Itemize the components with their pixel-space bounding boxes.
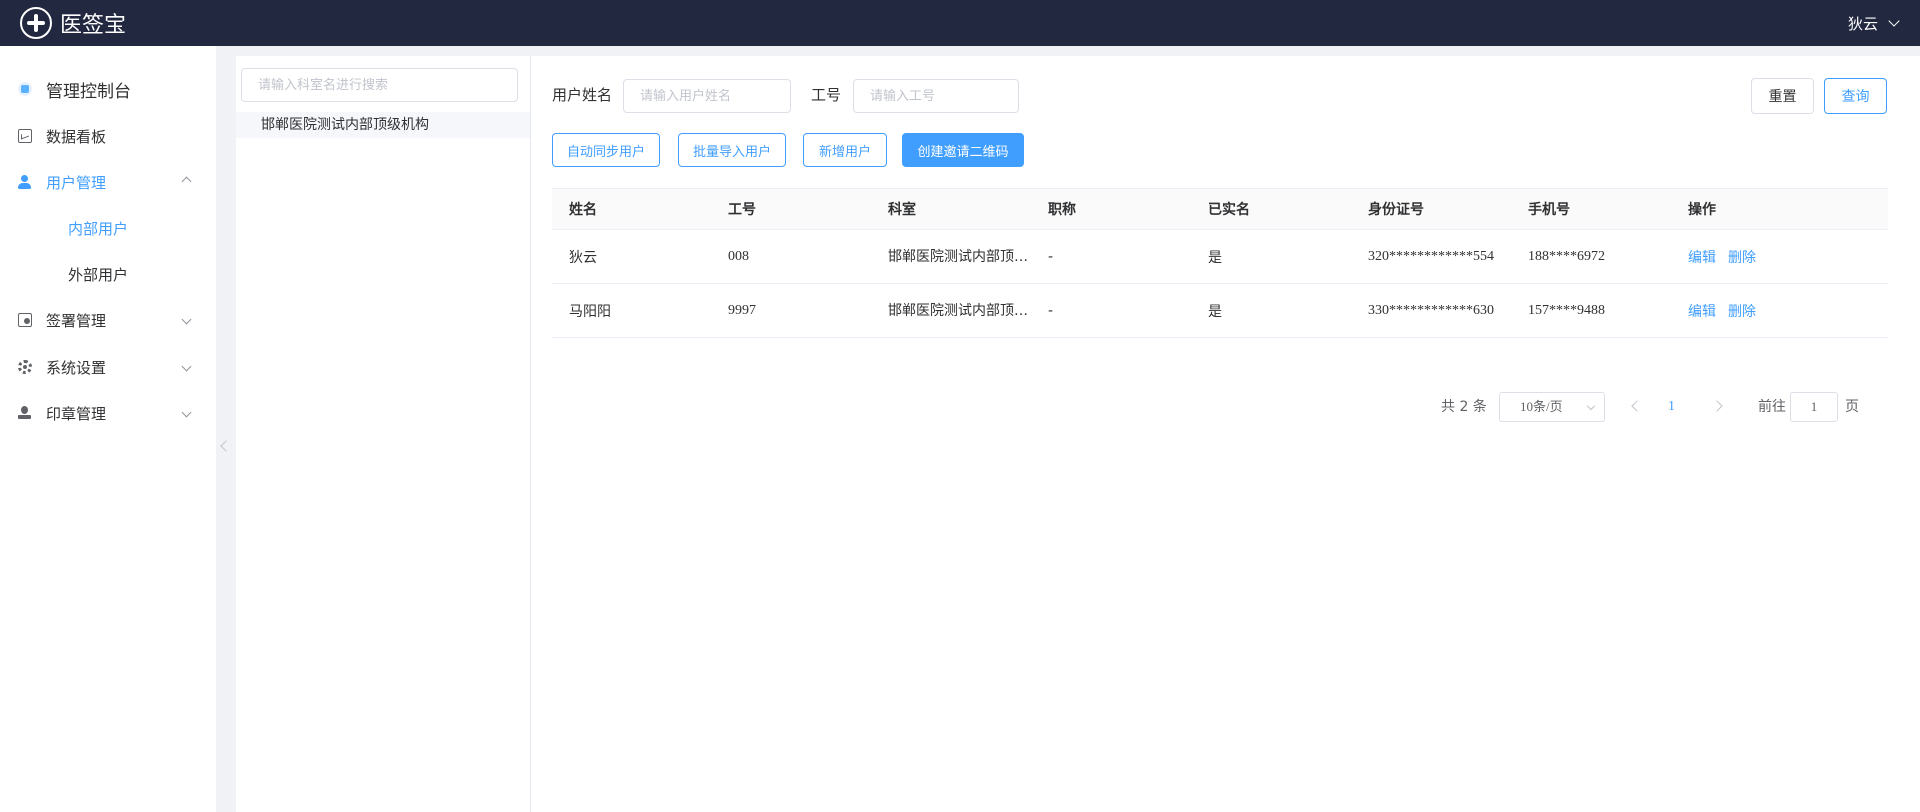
table-row: 马阳阳 9997 邯郸医院测试内部顶级机构 - 是 330***********… — [552, 284, 1888, 338]
cell-employee-id: 9997 — [728, 302, 756, 318]
cell-employee-id: 008 — [728, 248, 749, 264]
stamp-icon — [18, 406, 32, 420]
cell-name: 马阳阳 — [569, 303, 611, 320]
app-logo[interactable]: 医签宝 — [20, 5, 126, 41]
sidebar-item-console[interactable]: 管理控制台 — [0, 68, 216, 110]
delete-link[interactable]: 删除 — [1728, 301, 1756, 321]
column-header-name: 姓名 — [569, 202, 597, 218]
cell-department: 邯郸医院测试内部顶级机构 — [888, 249, 1028, 265]
tree-node-root[interactable]: 邯郸医院测试内部顶级机构 — [236, 112, 530, 138]
chevron-down-icon — [1586, 401, 1596, 411]
sidebar-item-label: 系统设置 — [46, 358, 107, 377]
page-size-value: 10条/页 — [1520, 399, 1563, 414]
sidebar-item-label: 数据看板 — [46, 127, 107, 146]
sidebar-item-label: 用户管理 — [46, 173, 107, 192]
cell-verified: 是 — [1208, 249, 1222, 266]
column-header-employee-id: 工号 — [728, 202, 756, 218]
cell-verified: 是 — [1208, 303, 1222, 320]
chevron-up-icon — [181, 176, 192, 187]
chevron-down-icon — [181, 314, 192, 325]
sidebar-collapse-handle[interactable] — [216, 46, 236, 812]
sign-icon — [18, 313, 32, 327]
goto-page-input[interactable] — [1790, 392, 1838, 422]
table-header-row: 姓名 工号 科室 职称 已实名 身份证号 手机号 操作 — [552, 188, 1888, 230]
user-name-label: 用户姓名 — [552, 86, 613, 104]
chart-icon — [18, 129, 32, 143]
cell-title: - — [1048, 302, 1054, 319]
goto-label: 前往 — [1758, 399, 1786, 415]
department-tree-panel: 邯郸医院测试内部顶级机构 — [236, 56, 531, 812]
edit-link[interactable]: 编辑 — [1688, 247, 1716, 267]
sidebar-item-label: 外部用户 — [68, 265, 129, 284]
cell-department: 邯郸医院测试内部顶级机构 — [888, 303, 1028, 319]
page-number-current[interactable]: 1 — [1668, 392, 1675, 422]
sidebar-item-external-users[interactable]: 外部用户 — [0, 253, 216, 295]
sidebar: 管理控制台 数据看板 用户管理 内部用户 外部用户 签署管理 系统设置 印章管理 — [0, 46, 216, 812]
batch-import-users-button[interactable]: 批量导入用户 — [678, 133, 786, 167]
column-header-phone: 手机号 — [1528, 202, 1570, 218]
column-header-verified: 已实名 — [1208, 202, 1250, 218]
cell-phone: 157****9488 — [1528, 302, 1605, 318]
pagination-total: 共 2 条 — [1441, 399, 1487, 415]
sidebar-item-dashboard[interactable]: 数据看板 — [0, 115, 216, 157]
cell-title: - — [1048, 248, 1054, 265]
employee-id-input[interactable] — [853, 79, 1019, 113]
users-table: 姓名 工号 科室 职称 已实名 身份证号 手机号 操作 狄云 008 邯郸医院测… — [552, 188, 1888, 338]
sidebar-item-system-settings[interactable]: 系统设置 — [0, 346, 216, 388]
chevron-left-icon — [220, 440, 232, 452]
auto-sync-users-button[interactable]: 自动同步用户 — [552, 133, 660, 167]
column-header-department: 科室 — [888, 202, 916, 218]
sidebar-title: 管理控制台 — [46, 81, 131, 102]
employee-id-label: 工号 — [811, 86, 842, 104]
cell-id-card: 330************630 — [1368, 302, 1494, 318]
next-page-icon[interactable] — [1711, 400, 1723, 412]
chevron-down-icon — [1888, 15, 1900, 27]
sidebar-item-label: 签署管理 — [46, 311, 107, 330]
column-header-id-card: 身份证号 — [1368, 202, 1424, 218]
sidebar-item-user-management[interactable]: 用户管理 — [0, 161, 216, 203]
app-name: 医签宝 — [60, 13, 127, 38]
main-content: 用户姓名 工号 重置 查询 自动同步用户 批量导入用户 新增用户 创建邀请二维码… — [531, 56, 1920, 812]
gear-icon — [18, 360, 32, 374]
sidebar-item-sign-management[interactable]: 签署管理 — [0, 299, 216, 341]
chevron-down-icon — [181, 361, 192, 372]
create-invite-qr-button[interactable]: 创建邀请二维码 — [902, 133, 1024, 167]
sidebar-item-seal-management[interactable]: 印章管理 — [0, 392, 216, 434]
user-name-input[interactable] — [623, 79, 791, 113]
add-user-button[interactable]: 新增用户 — [803, 133, 887, 167]
reset-button[interactable]: 重置 — [1751, 78, 1814, 114]
cell-phone: 188****6972 — [1528, 248, 1605, 264]
page-size-select[interactable]: 10条/页 — [1499, 392, 1605, 422]
edit-link[interactable]: 编辑 — [1688, 301, 1716, 321]
query-button[interactable]: 查询 — [1824, 78, 1887, 114]
column-header-title: 职称 — [1048, 202, 1076, 218]
top-bar: 医签宝 狄云 — [0, 0, 1920, 46]
department-search-input[interactable] — [241, 68, 518, 102]
console-icon — [18, 82, 32, 96]
medical-cross-icon — [20, 7, 52, 39]
cell-id-card: 320************554 — [1368, 248, 1494, 264]
column-header-actions: 操作 — [1688, 202, 1716, 218]
delete-link[interactable]: 删除 — [1728, 247, 1756, 267]
table-row: 狄云 008 邯郸医院测试内部顶级机构 - 是 320************5… — [552, 230, 1888, 284]
sidebar-item-label: 印章管理 — [46, 404, 107, 423]
chevron-down-icon — [181, 407, 192, 418]
page-suffix-label: 页 — [1845, 399, 1859, 415]
cell-name: 狄云 — [569, 249, 597, 266]
sidebar-item-internal-users[interactable]: 内部用户 — [0, 207, 216, 249]
user-name: 狄云 — [1847, 14, 1878, 33]
cell-actions: 编辑 删除 — [1688, 284, 1838, 337]
cell-actions: 编辑 删除 — [1688, 230, 1838, 283]
user-icon — [18, 175, 32, 189]
prev-page-icon[interactable] — [1631, 400, 1643, 412]
sidebar-item-label: 内部用户 — [68, 219, 129, 238]
user-menu[interactable]: 狄云 — [1847, 10, 1900, 36]
